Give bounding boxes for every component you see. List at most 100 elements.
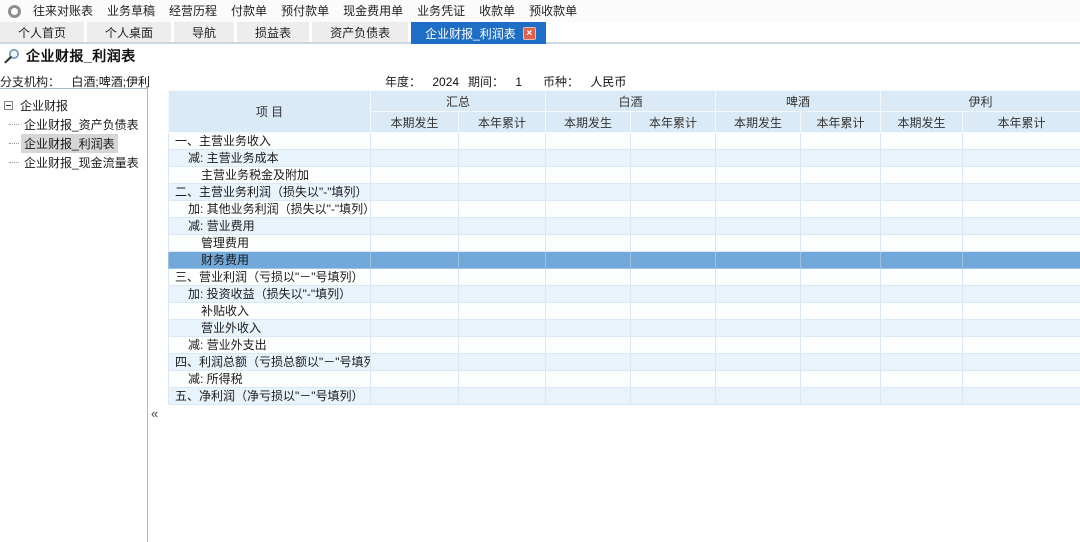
data-cell-7-3[interactable]	[631, 252, 716, 269]
data-cell-8-1[interactable]	[459, 269, 546, 286]
row-label[interactable]: 主营业务税金及附加	[169, 167, 371, 184]
menu-item-2[interactable]: 经营历程	[169, 4, 217, 18]
row-label[interactable]: 加: 投资收益（损失以"-"填列）	[169, 286, 371, 303]
data-cell-13-2[interactable]	[546, 354, 631, 371]
data-cell-5-0[interactable]	[371, 218, 459, 235]
data-cell-13-1[interactable]	[459, 354, 546, 371]
row-label[interactable]: 补贴收入	[169, 303, 371, 320]
data-cell-7-1[interactable]	[459, 252, 546, 269]
data-cell-15-3[interactable]	[631, 388, 716, 405]
data-cell-4-5[interactable]	[801, 201, 881, 218]
row-label[interactable]: 五、净利润（净亏损以"－"号填列）	[169, 388, 371, 405]
data-cell-12-0[interactable]	[371, 337, 459, 354]
data-cell-4-2[interactable]	[546, 201, 631, 218]
tab-close-icon[interactable]: ×	[523, 27, 536, 40]
data-cell-1-5[interactable]	[801, 150, 881, 167]
row-label[interactable]: 财务费用	[169, 252, 371, 269]
menu-item-3[interactable]: 付款单	[231, 4, 267, 18]
collapse-panel-button[interactable]: «	[151, 406, 158, 421]
row-label[interactable]: 二、主营业务利润（损失以"-"填列）	[169, 184, 371, 201]
data-cell-12-1[interactable]	[459, 337, 546, 354]
data-cell-5-5[interactable]	[801, 218, 881, 235]
data-cell-1-1[interactable]	[459, 150, 546, 167]
table-row-15[interactable]: 五、净利润（净亏损以"－"号填列）	[169, 388, 1080, 405]
data-cell-3-6[interactable]	[881, 184, 963, 201]
tab-5[interactable]: 企业财报_利润表×	[411, 22, 546, 44]
data-cell-0-1[interactable]	[459, 133, 546, 150]
data-cell-3-2[interactable]	[546, 184, 631, 201]
data-cell-2-3[interactable]	[631, 167, 716, 184]
data-cell-9-3[interactable]	[631, 286, 716, 303]
data-cell-8-6[interactable]	[881, 269, 963, 286]
data-cell-12-6[interactable]	[881, 337, 963, 354]
data-cell-15-4[interactable]	[716, 388, 801, 405]
tree-item-0[interactable]: 企业财报_资产负债表	[9, 115, 147, 134]
menu-item-5[interactable]: 现金费用单	[343, 4, 403, 18]
tab-2[interactable]: 导航	[174, 22, 234, 42]
data-cell-9-5[interactable]	[801, 286, 881, 303]
data-cell-6-3[interactable]	[631, 235, 716, 252]
table-row-13[interactable]: 四、利润总额（亏损总额以"－"号填列）	[169, 354, 1080, 371]
data-cell-9-1[interactable]	[459, 286, 546, 303]
data-cell-5-3[interactable]	[631, 218, 716, 235]
table-row-5[interactable]: 减: 营业费用	[169, 218, 1080, 235]
menu-item-0[interactable]: 往来对账表	[33, 4, 93, 18]
table-row-14[interactable]: 减: 所得税	[169, 371, 1080, 388]
data-cell-3-5[interactable]	[801, 184, 881, 201]
data-cell-10-2[interactable]	[546, 303, 631, 320]
data-cell-12-5[interactable]	[801, 337, 881, 354]
data-cell-11-7[interactable]	[963, 320, 1080, 337]
menu-item-8[interactable]: 预收款单	[529, 4, 577, 18]
data-cell-4-3[interactable]	[631, 201, 716, 218]
data-cell-14-7[interactable]	[963, 371, 1080, 388]
data-cell-9-4[interactable]	[716, 286, 801, 303]
menu-item-7[interactable]: 收款单	[479, 4, 515, 18]
data-cell-10-0[interactable]	[371, 303, 459, 320]
tree-item-1[interactable]: 企业财报_利润表	[9, 134, 147, 153]
tab-0[interactable]: 个人首页	[0, 22, 84, 42]
gear-icon[interactable]	[8, 5, 21, 18]
data-cell-6-1[interactable]	[459, 235, 546, 252]
data-cell-6-7[interactable]	[963, 235, 1080, 252]
data-cell-2-0[interactable]	[371, 167, 459, 184]
data-cell-8-3[interactable]	[631, 269, 716, 286]
data-cell-4-0[interactable]	[371, 201, 459, 218]
data-cell-6-6[interactable]	[881, 235, 963, 252]
data-cell-13-6[interactable]	[881, 354, 963, 371]
data-cell-7-7[interactable]	[963, 252, 1080, 269]
tab-3[interactable]: 损益表	[237, 22, 309, 42]
data-cell-8-7[interactable]	[963, 269, 1080, 286]
data-cell-1-4[interactable]	[716, 150, 801, 167]
data-cell-3-0[interactable]	[371, 184, 459, 201]
collapse-node-icon[interactable]	[4, 101, 13, 110]
data-cell-7-0[interactable]	[371, 252, 459, 269]
row-label[interactable]: 营业外收入	[169, 320, 371, 337]
data-cell-11-6[interactable]	[881, 320, 963, 337]
data-cell-9-0[interactable]	[371, 286, 459, 303]
data-cell-2-6[interactable]	[881, 167, 963, 184]
data-cell-5-2[interactable]	[546, 218, 631, 235]
data-cell-7-5[interactable]	[801, 252, 881, 269]
data-cell-11-4[interactable]	[716, 320, 801, 337]
data-cell-1-6[interactable]	[881, 150, 963, 167]
data-cell-6-0[interactable]	[371, 235, 459, 252]
data-cell-1-0[interactable]	[371, 150, 459, 167]
menu-item-6[interactable]: 业务凭证	[417, 4, 465, 18]
data-cell-0-2[interactable]	[546, 133, 631, 150]
table-row-11[interactable]: 营业外收入	[169, 320, 1080, 337]
data-cell-5-6[interactable]	[881, 218, 963, 235]
data-cell-15-0[interactable]	[371, 388, 459, 405]
data-cell-14-4[interactable]	[716, 371, 801, 388]
data-cell-12-2[interactable]	[546, 337, 631, 354]
data-cell-2-2[interactable]	[546, 167, 631, 184]
data-cell-8-4[interactable]	[716, 269, 801, 286]
tab-1[interactable]: 个人桌面	[87, 22, 171, 42]
data-cell-1-2[interactable]	[546, 150, 631, 167]
data-cell-4-4[interactable]	[716, 201, 801, 218]
data-cell-12-3[interactable]	[631, 337, 716, 354]
table-row-0[interactable]: 一、主营业务收入	[169, 133, 1080, 150]
data-cell-0-7[interactable]	[963, 133, 1080, 150]
data-cell-10-4[interactable]	[716, 303, 801, 320]
data-cell-11-3[interactable]	[631, 320, 716, 337]
table-row-6[interactable]: 管理费用	[169, 235, 1080, 252]
